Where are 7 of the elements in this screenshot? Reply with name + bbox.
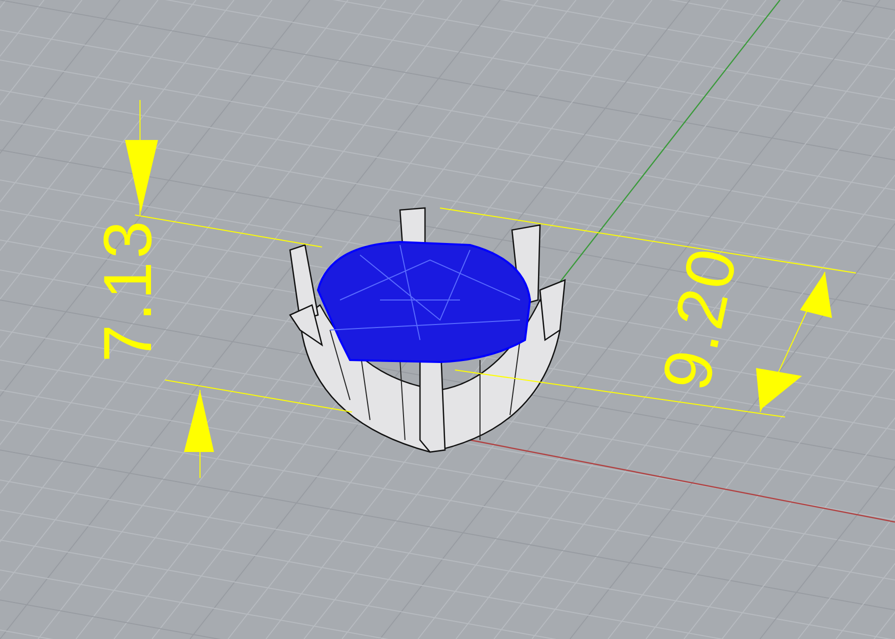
dimension-arrow-icon: [125, 140, 158, 212]
dimension-arrow-icon: [800, 272, 832, 318]
dimension-value: 7.13: [90, 218, 166, 362]
dimension-value: 9.20: [648, 240, 752, 396]
dimension-arrow-icon: [756, 368, 802, 410]
perspective-viewport[interactable]: 7.13 9.20: [0, 0, 895, 639]
dimension-arrow-icon: [184, 390, 214, 452]
